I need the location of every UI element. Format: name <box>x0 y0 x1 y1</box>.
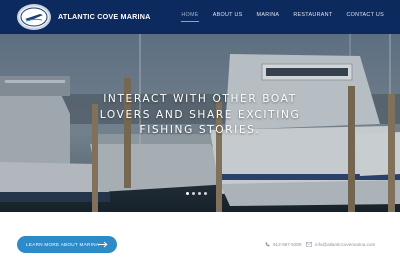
hero-line-1: INTERACT WITH OTHER BOAT <box>103 93 297 105</box>
boat-logo-icon <box>20 7 48 27</box>
hero-line-2: LOVERS AND SHARE EXCITING <box>99 108 301 121</box>
learn-more-label: LEARN MORE ABOUT MARINA <box>26 242 100 247</box>
nav-contact-us[interactable]: CONTACT US <box>346 12 384 18</box>
brand-name[interactable]: ATLANTIC COVE MARINA <box>58 12 151 21</box>
marina-logo[interactable] <box>17 4 51 30</box>
slider-dots <box>186 192 207 195</box>
nav-home[interactable]: HOME <box>181 12 200 22</box>
hero-slider: INTERACT WITH OTHER BOAT LOVERS AND SHAR… <box>0 34 400 212</box>
slider-dot-4[interactable] <box>204 192 207 195</box>
phone-number: 912-867-5309 <box>273 242 302 247</box>
email-address: info@atlanticcovemarina.com <box>315 242 376 247</box>
slider-dot-3[interactable] <box>198 192 201 195</box>
contact-phone[interactable]: 912-867-5309 <box>265 242 302 247</box>
hero-headline: INTERACT WITH OTHER BOAT LOVERS AND SHAR… <box>70 92 330 139</box>
nav-restaurant[interactable]: RESTAURANT <box>293 12 332 18</box>
learn-more-button[interactable]: LEARN MORE ABOUT MARINA <box>17 236 117 253</box>
slider-dot-1[interactable] <box>186 192 189 195</box>
nav-about-us[interactable]: ABOUT US <box>213 12 243 18</box>
arrow-right-icon <box>98 241 108 248</box>
contact-email[interactable]: info@atlanticcovemarina.com <box>306 242 375 247</box>
main-nav: HOME ABOUT US MARINA RESTAURANT CONTACT … <box>167 12 384 22</box>
email-icon <box>306 242 312 247</box>
nav-marina[interactable]: MARINA <box>257 12 280 18</box>
phone-icon <box>265 242 270 247</box>
hero-line-3: FISHING STORIES. <box>139 124 261 136</box>
slider-dot-2[interactable] <box>192 192 195 195</box>
site-header: ATLANTIC COVE MARINA HOME ABOUT US MARIN… <box>0 0 400 34</box>
